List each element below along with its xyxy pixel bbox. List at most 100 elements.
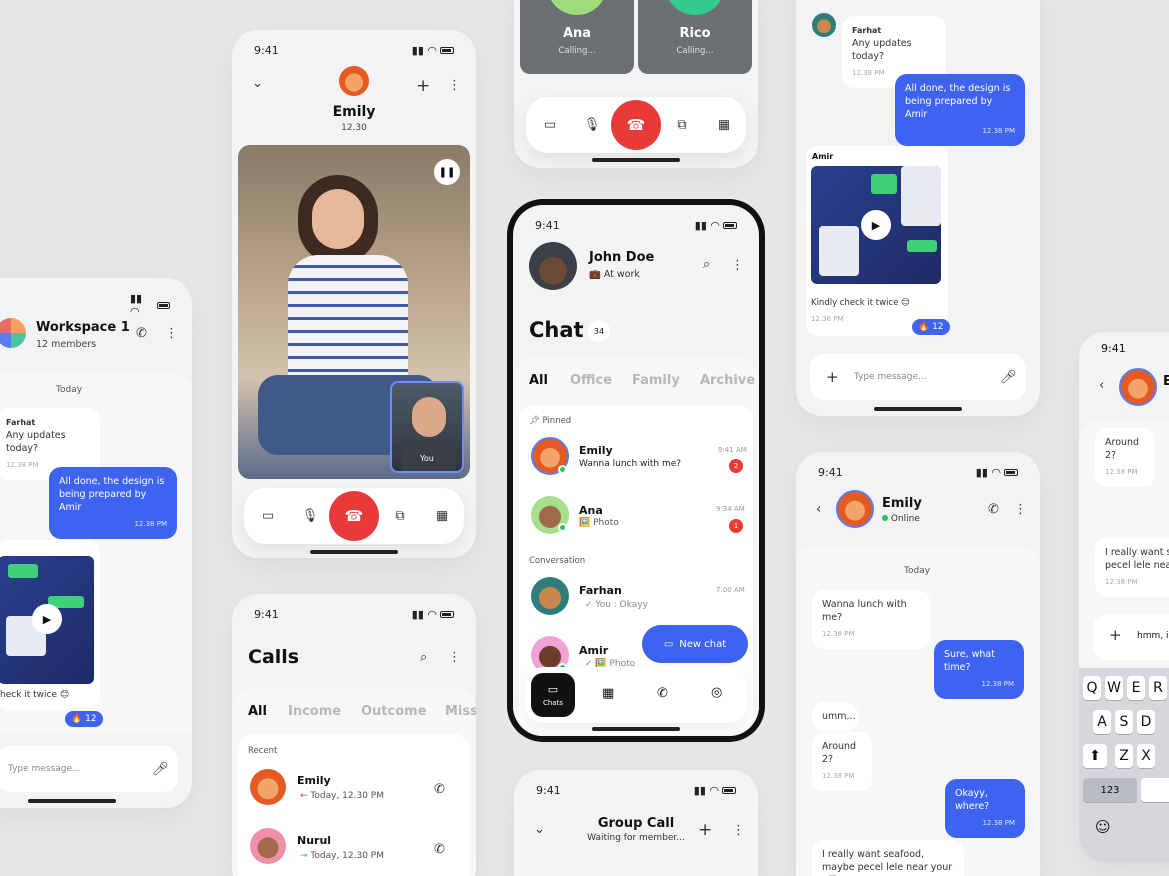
tab-archive[interactable]: Archive [700, 373, 755, 388]
day-divider: Today [56, 385, 83, 395]
message-in: Around 2? 12.38 PM [1095, 428, 1155, 487]
tab-outcome[interactable]: Outcome [361, 704, 427, 719]
tab-missed[interactable]: Miss [445, 704, 476, 719]
add-icon[interactable]: + [416, 76, 430, 96]
message-input[interactable]: Type message... [8, 764, 81, 774]
more-icon[interactable]: ⋮ [732, 823, 745, 838]
add-icon[interactable]: + [826, 368, 839, 386]
more-icon[interactable]: ⋮ [731, 258, 744, 273]
add-icon[interactable]: + [698, 820, 712, 840]
play-icon[interactable]: ▶ [32, 604, 62, 634]
nav-chats[interactable]: ▭ Chats [531, 673, 575, 717]
back-icon[interactable]: ‹ [816, 502, 821, 517]
grid-icon[interactable]: ▦ [436, 509, 448, 524]
key-a[interactable]: A [1093, 710, 1111, 734]
end-call-button[interactable]: ☎ [329, 491, 379, 541]
phone-icon[interactable]: ✆ [657, 686, 668, 701]
emoji-icon[interactable]: ☺ [1095, 818, 1111, 836]
key-s[interactable]: S [1115, 710, 1133, 734]
audio-wave-icon[interactable]: ❚❚ [434, 159, 460, 185]
contact-name-partial: E [1163, 374, 1169, 389]
key-w[interactable]: W [1105, 676, 1123, 700]
status-icons: ▮▮ ◠ [694, 784, 736, 797]
media-thumbnail[interactable]: ▶ [811, 166, 941, 284]
mic-icon[interactable]: 🎤︎ [1000, 370, 1017, 385]
key-x[interactable]: X [1137, 744, 1155, 768]
incoming-arrow-icon: ← [300, 791, 308, 801]
phone-icon[interactable]: ✆ [434, 782, 445, 797]
settings-icon[interactable]: ◎ [711, 685, 722, 700]
reaction-badge[interactable]: 🔥 12 [65, 711, 103, 727]
shift-key[interactable]: ⬆ [1083, 744, 1107, 768]
chevron-down-icon[interactable]: ⌄ [252, 76, 263, 91]
grid-icon[interactable]: ▦ [602, 686, 614, 701]
video-icon[interactable]: ▭ [544, 118, 556, 133]
user-avatar[interactable] [529, 242, 577, 290]
more-icon[interactable]: ⋮ [1014, 502, 1027, 517]
keyboard-chat-screen: 9:41 ‹ E Around 2? 12.38 PM I really want… [1079, 332, 1169, 862]
tab-all[interactable]: All [529, 373, 548, 388]
participant-tile: Rico Calling... [638, 0, 752, 74]
new-chat-button[interactable]: ▭ New chat [642, 625, 748, 663]
self-label: You [420, 454, 434, 463]
play-icon[interactable]: ▶ [861, 210, 891, 240]
key-r[interactable]: R [1149, 676, 1167, 700]
tab-family[interactable]: Family [632, 373, 680, 388]
sender-name: Farhat [6, 418, 36, 427]
numbers-key[interactable]: 123 [1083, 778, 1137, 802]
workspace-members: 12 members [36, 339, 97, 350]
message-in: I really want se pecel lele near12.38 PM [1095, 538, 1169, 597]
space-key[interactable] [1141, 778, 1169, 802]
video-icon[interactable]: ▭ [262, 509, 274, 524]
key-d[interactable]: D [1137, 710, 1155, 734]
day-divider: Today [904, 566, 931, 576]
message-out: Okayy, where? 12.38 PM [945, 779, 1025, 838]
bottom-nav: ▭ Chats ▦ ✆ ◎ [525, 667, 747, 723]
tab-office[interactable]: Office [570, 373, 612, 388]
tab-income[interactable]: Income [288, 704, 341, 719]
self-preview[interactable]: You [390, 381, 464, 473]
more-icon[interactable]: ⋮ [448, 78, 461, 93]
message-out: Sure, what time? 12.38 PM [934, 640, 1024, 699]
online-dot [882, 515, 888, 521]
group-calling-screen: Ana Calling... Rico Calling... ▭ 🎙︎ ☎ ⧉ … [514, 0, 758, 168]
tab-all[interactable]: All [248, 704, 267, 719]
phone-icon[interactable]: ✆ [988, 502, 999, 517]
mic-icon[interactable]: 🎤︎ [152, 762, 169, 777]
end-call-button[interactable]: ☎ [611, 100, 661, 150]
reaction-badge[interactable]: 🔥 12 [912, 319, 950, 335]
screen-share-icon[interactable]: ⧉ [395, 509, 404, 524]
media-thumbnail[interactable]: ▶ [0, 556, 94, 684]
status-time: 9:41 [818, 466, 843, 479]
home-indicator [28, 799, 116, 803]
phone-icon[interactable]: ✆ [434, 842, 445, 857]
contact-status: Online [882, 514, 920, 524]
page-title: Calls [248, 646, 300, 668]
search-icon[interactable]: ⌕ [420, 650, 427, 665]
message-input[interactable]: hmm, i [1137, 631, 1168, 641]
message-input[interactable]: Type message... [854, 372, 927, 382]
mute-icon[interactable]: 🎙︎ [302, 509, 319, 524]
avatar [250, 828, 286, 864]
workspace-chat-screen: ▮▮ ◠ Workspace 1 12 members ✆ ⋮ Today Fa… [0, 278, 192, 808]
message-in: I really want seafood, maybe pecel lele … [812, 840, 964, 876]
more-icon[interactable]: ⋮ [165, 326, 178, 341]
search-icon[interactable]: ⌕ [703, 257, 710, 272]
key-q[interactable]: Q [1083, 676, 1101, 700]
key-z[interactable]: Z [1115, 744, 1133, 768]
back-icon[interactable]: ‹ [1099, 378, 1104, 393]
more-icon[interactable]: ⋮ [448, 650, 461, 665]
key-e[interactable]: E [1127, 676, 1145, 700]
status-icons: ▮▮ ◠ [412, 608, 454, 621]
keyboard: Q W E R A S D ⬆ Z X 123 ☺ [1079, 668, 1169, 862]
video-call-screen: 9:41 ▮▮ ◠ ⌄ Emily 12.30 + ⋮ ❚❚ You ▭ 🎙︎ … [232, 30, 476, 558]
sender-name: Amir [812, 152, 834, 161]
screen-share-icon[interactable]: ⧉ [677, 118, 686, 133]
add-icon[interactable]: + [1109, 626, 1122, 644]
grid-icon[interactable]: ▦ [718, 118, 730, 133]
mute-icon[interactable]: 🎙︎ [584, 118, 601, 133]
message-out: All done, the design is being prepared b… [49, 467, 177, 539]
unread-badge: 2 [729, 459, 743, 473]
status-time: 9:41 [1101, 342, 1126, 355]
phone-icon[interactable]: ✆ [136, 326, 147, 341]
